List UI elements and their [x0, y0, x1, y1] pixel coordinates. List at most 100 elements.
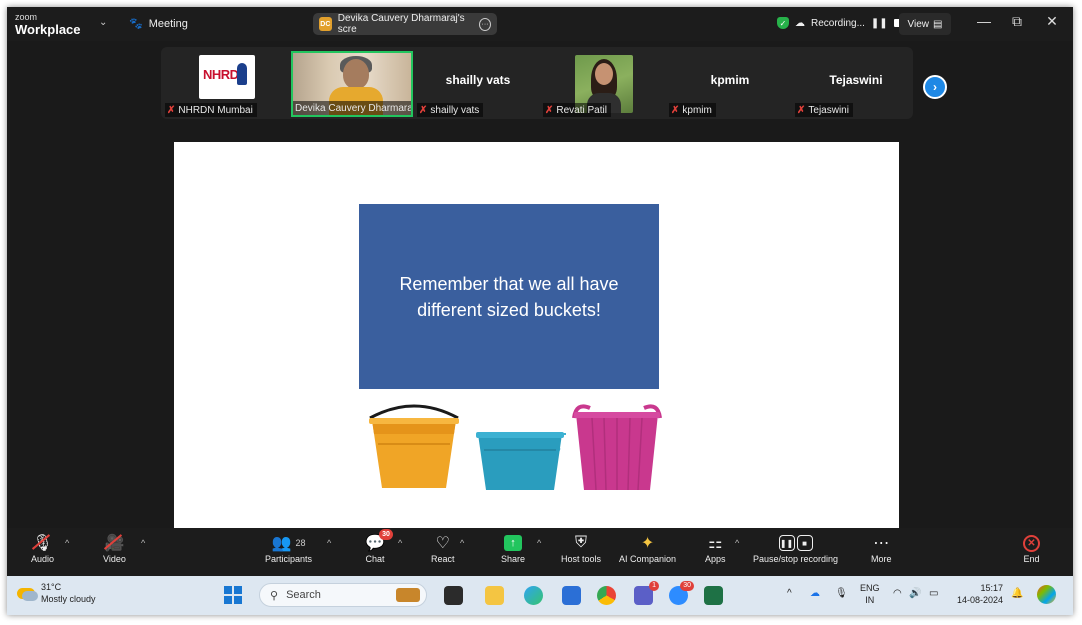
- edge-browser-icon[interactable]: [524, 586, 543, 605]
- copilot-icon[interactable]: [1037, 585, 1056, 604]
- share-caret-icon[interactable]: ^: [537, 538, 541, 548]
- battery-icon[interactable]: ▭: [929, 588, 938, 599]
- participant-display-name: shailly vats: [445, 73, 511, 87]
- paw-icon: 🐾: [129, 18, 143, 30]
- nhrd-logo: NHRD: [199, 55, 255, 99]
- participant-name-label: ✗ shailly vats: [417, 103, 484, 117]
- chrome-browser-icon[interactable]: [597, 586, 616, 605]
- file-explorer-icon[interactable]: [485, 586, 504, 605]
- teams-app-icon[interactable]: 1: [634, 581, 659, 605]
- more-options-icon[interactable]: ···: [478, 17, 491, 31]
- chat-button[interactable]: 💬 30 Chat: [365, 529, 393, 564]
- participant-tile[interactable]: shailly vats ✗ shailly vats: [417, 51, 539, 117]
- windows-start-icon[interactable]: [224, 586, 242, 604]
- blue-bucket-image: [476, 432, 566, 490]
- pause-icon: ❚❚: [778, 535, 795, 551]
- weather-widget[interactable]: 31°C Mostly cloudy: [17, 581, 96, 605]
- speaker-face: [343, 59, 369, 89]
- stop-icon: ■: [796, 535, 813, 551]
- more-label: More: [871, 554, 892, 564]
- taskbar-search[interactable]: ⚲ Search: [259, 583, 427, 607]
- meeting-label: Meeting: [148, 17, 188, 30]
- terminal-app-icon[interactable]: [444, 586, 463, 605]
- participant-display-name: Tejaswini: [829, 73, 883, 87]
- language-indicator[interactable]: ENG IN: [860, 582, 880, 606]
- participant-tile[interactable]: ✗ Revati Patil: [543, 51, 665, 117]
- brand-chevron-down-icon[interactable]: ⌄: [99, 17, 107, 28]
- maximize-icon[interactable]: ⧉: [1002, 13, 1032, 30]
- lang-top: ENG: [860, 583, 880, 593]
- apps-icon: ⚏: [708, 535, 723, 552]
- zoom-window: zoom Workplace ⌄ 🐾 Meeting DC Devika Cau…: [7, 7, 1073, 615]
- next-page-chevron-icon[interactable]: ›: [923, 75, 947, 99]
- screen-share-indicator[interactable]: DC Devika Cauvery Dharmaraj's scre ···: [313, 13, 497, 35]
- pause-stop-recording-button[interactable]: ❚❚ ■ Pause/stop recording: [753, 532, 838, 564]
- participants-caret-icon[interactable]: ^: [327, 538, 331, 548]
- participant-name-label: ✗ NHRDN Mumbai: [165, 103, 257, 117]
- audio-caret-icon[interactable]: ^: [65, 538, 69, 548]
- recording-status: ✓ ☁ Recording... ❚❚: [777, 17, 902, 29]
- pause-recording-icon[interactable]: ❚❚: [871, 18, 888, 29]
- audio-button[interactable]: 🎙 Audio: [31, 532, 54, 564]
- temperature: 31°C: [41, 582, 62, 592]
- chat-caret-icon[interactable]: ^: [398, 538, 402, 548]
- tray-overflow-chevron-icon[interactable]: ^: [787, 588, 792, 599]
- sparkle-icon: ✦: [640, 535, 655, 552]
- pause-stop-label: Pause/stop recording: [753, 554, 839, 564]
- video-button[interactable]: 🎥 Video: [103, 532, 126, 564]
- tray-microphone-icon[interactable]: 🎙: [835, 588, 848, 599]
- participant-name: kpmim: [682, 104, 712, 116]
- end-button[interactable]: ✕ End: [1023, 532, 1040, 564]
- store-app-icon[interactable]: [562, 586, 581, 605]
- title-bar: zoom Workplace ⌄ 🐾 Meeting DC Devika Cau…: [7, 7, 1073, 41]
- participant-tile[interactable]: NHRD ✗ NHRDN Mumbai: [165, 51, 287, 117]
- participants-button[interactable]: 👥 28 Participants: [265, 532, 312, 564]
- end-call-icon: ✕: [1023, 534, 1040, 552]
- react-button[interactable]: ♡ React: [431, 532, 455, 564]
- participant-tile[interactable]: kpmim ✗ kpmim: [669, 51, 791, 117]
- volume-icon[interactable]: 🔊: [909, 588, 921, 599]
- onedrive-cloud-icon[interactable]: ☁: [810, 588, 820, 599]
- zoom-app-icon[interactable]: 30: [669, 581, 694, 605]
- wifi-icon[interactable]: ◠: [893, 588, 902, 599]
- ai-companion-label: AI Companion: [619, 554, 677, 564]
- host-tools-button[interactable]: ⛨ Host tools: [561, 532, 601, 564]
- share-button[interactable]: ↑ Share: [501, 532, 525, 564]
- video-label: Video: [103, 554, 126, 564]
- view-grid-icon: ▤: [933, 18, 943, 30]
- mic-off-icon: ✗: [797, 104, 806, 116]
- active-speaker-tile[interactable]: Devika Cauvery Dharmaraj: [291, 51, 413, 117]
- excel-app-icon[interactable]: [704, 586, 723, 605]
- video-caret-icon[interactable]: ^: [141, 538, 145, 548]
- participants-label: Participants: [265, 554, 313, 564]
- participant-name-label: ✗ Revati Patil: [543, 103, 611, 117]
- view-button[interactable]: View ▤: [899, 13, 951, 35]
- meeting-menu[interactable]: 🐾 Meeting: [129, 17, 188, 31]
- minimize-icon[interactable]: —: [969, 13, 999, 29]
- apps-label: Apps: [705, 554, 726, 564]
- participants-icon-wrap: 👥 28: [272, 532, 306, 554]
- brand-top-text: zoom: [15, 12, 38, 22]
- nhrd-logo-text: NHRD: [203, 67, 239, 82]
- react-caret-icon[interactable]: ^: [460, 538, 464, 548]
- participant-gallery: NHRD ✗ NHRDN Mumbai Devika Cauvery Dharm…: [161, 47, 947, 119]
- participant-name-label: Devika Cauvery Dharmaraj: [293, 101, 411, 115]
- more-dots-icon: ⋯: [873, 535, 890, 552]
- participant-name: shailly vats: [430, 104, 480, 116]
- participant-display-name: kpmim: [710, 73, 750, 87]
- close-icon[interactable]: ✕: [1037, 13, 1067, 30]
- brand-main-text: Workplace: [15, 22, 81, 37]
- system-clock[interactable]: 15:17 14-08-2024: [957, 582, 1003, 606]
- participant-name: NHRDN Mumbai: [178, 104, 253, 116]
- photo-face: [595, 63, 613, 85]
- teams-badge: 1: [649, 581, 659, 591]
- more-button[interactable]: ⋯ More: [871, 532, 892, 564]
- ai-companion-button[interactable]: ✦ AI Companion: [619, 532, 676, 564]
- apps-caret-icon[interactable]: ^: [735, 538, 739, 548]
- participant-tile[interactable]: Tejaswini ✗ Tejaswini: [795, 51, 917, 117]
- weather-cloud-icon: [17, 587, 38, 601]
- clock-time: 15:17: [980, 583, 1004, 593]
- notification-bell-icon[interactable]: 🔔: [1011, 588, 1023, 599]
- apps-button[interactable]: ⚏ Apps: [705, 532, 726, 564]
- mic-off-icon: ✗: [167, 104, 176, 116]
